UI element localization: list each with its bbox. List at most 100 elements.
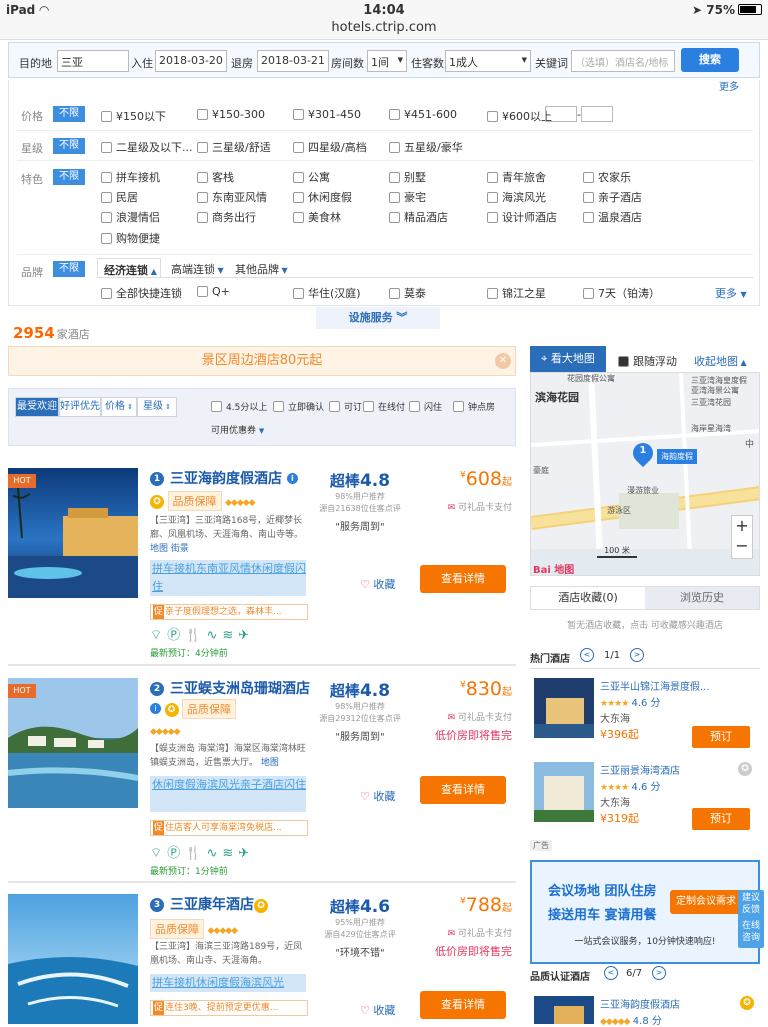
feature-option[interactable]: 海滨风光 <box>487 189 546 205</box>
feature-option[interactable]: 拼车接机 <box>101 169 160 185</box>
feature-option[interactable]: 青年旅舍 <box>487 169 546 185</box>
cert-hotel-photo[interactable] <box>534 996 594 1024</box>
view-big-map-button[interactable]: ⌖ 看大地图 <box>530 346 606 372</box>
feature-option[interactable]: 购物便捷 <box>101 230 160 246</box>
brand-option[interactable]: 锦江之星 <box>487 285 546 301</box>
price-max-input[interactable] <box>581 106 613 122</box>
promo-line[interactable]: 促连住3晚、提前预定更优惠... <box>150 1000 308 1016</box>
filter-check-bookable[interactable]: 可订 <box>329 400 362 413</box>
favorite-button[interactable]: ♡ 收藏 <box>360 1002 395 1018</box>
zoom-out-button[interactable]: − <box>732 536 752 556</box>
tab-favorites[interactable]: 酒店收藏(0) <box>531 587 645 609</box>
feature-option[interactable]: 商务出行 <box>197 209 256 225</box>
feature-option[interactable]: 浪漫情侣 <box>101 209 160 225</box>
favorite-button[interactable]: ♡ 收藏 <box>360 576 395 592</box>
info-icon[interactable]: i <box>286 473 298 484</box>
sort-tab-price[interactable]: 价格 ⇕ <box>101 397 137 417</box>
destination-input[interactable]: 三亚 <box>57 50 129 72</box>
view-details-button[interactable]: 查看详情 <box>420 991 506 1019</box>
price-option[interactable]: ¥150以下 <box>101 108 166 124</box>
search-button[interactable]: 搜索 <box>681 48 739 72</box>
brand-option[interactable]: Q+ <box>197 285 230 298</box>
star-option[interactable]: 三星级/舒适 <box>197 139 271 155</box>
filter-check-hourly[interactable]: 钟点房 <box>453 400 495 413</box>
hotel-photo[interactable] <box>8 894 138 1024</box>
map-link[interactable]: 地图 街景 <box>150 544 189 554</box>
close-icon[interactable]: ✕ <box>495 353 511 369</box>
price-min-input[interactable] <box>545 106 577 122</box>
promo-banner[interactable]: 景区周边酒店80元起 ✕ <box>8 346 516 376</box>
info-icon[interactable]: i <box>150 703 161 714</box>
promo-line[interactable]: 促住店客人可享海棠湾免税店... <box>150 820 308 836</box>
feature-option[interactable]: 别墅 <box>389 169 426 185</box>
meeting-ad-banner[interactable]: 会议场地 团队住房 接送用车 宴请用餐 定制会议需求 一站式会议服务，10分钟快… <box>530 860 760 964</box>
sort-tab-rating[interactable]: 好评优先 <box>59 397 101 417</box>
brand-more-link[interactable]: 更多 ▼ <box>715 285 747 301</box>
brand-unlimited-button[interactable]: 不限 <box>53 261 85 277</box>
keyword-input[interactable]: （选填）酒店名/地标 <box>571 50 675 72</box>
sort-tab-star[interactable]: 星级 ⇕ <box>137 397 177 417</box>
brand-option[interactable]: 华住(汉庭) <box>293 285 361 301</box>
hot-hotel-item[interactable]: 三亚半山锦江海景度假... ★★★★ 4.6 分 大东海 ¥396起 预订 <box>530 678 760 764</box>
coupon-filter[interactable]: 可用优惠券 ▼ <box>211 423 264 436</box>
filter-check-flash[interactable]: 闪住 <box>409 400 442 413</box>
feature-option[interactable]: 美食林 <box>293 209 341 225</box>
view-details-button[interactable]: 查看详情 <box>420 565 506 593</box>
hotel-tags[interactable]: 休闲度假海滨风光亲子酒店闪住 <box>150 776 306 812</box>
feature-option[interactable]: 豪宅 <box>389 189 426 205</box>
feature-option[interactable]: 亲子酒店 <box>583 189 642 205</box>
url-bar[interactable]: hotels.ctrip.com <box>0 20 768 35</box>
feature-option[interactable]: 农家乐 <box>583 169 631 185</box>
hot-hotel-name[interactable]: 三亚丽景海湾酒店 <box>600 762 680 777</box>
feature-option[interactable]: 东南亚风情 <box>197 189 267 205</box>
favorite-button[interactable]: ♡ 收藏 <box>360 788 395 804</box>
hotel-tags[interactable]: 拼车接机东南亚风情休闲度假闪住 <box>150 560 306 596</box>
hot-hotel-name[interactable]: 三亚半山锦江海景度假... <box>600 678 710 693</box>
guests-select[interactable]: 1成人 ▼ <box>445 50 531 72</box>
feature-option[interactable]: 精品酒店 <box>389 209 448 225</box>
hotel-tags[interactable]: 拼车接机休闲度假海滨风光 <box>150 974 306 992</box>
brand-tab-economy[interactable]: 经济连锁 ▲ <box>97 258 161 278</box>
feedback-button[interactable]: 建议反馈 <box>738 890 764 920</box>
brand-option[interactable]: 7天（铂涛） <box>583 285 660 301</box>
facility-toggle-button[interactable]: 设施服务 ︾ <box>316 307 440 329</box>
brand-option[interactable]: 莫泰 <box>389 285 426 301</box>
hot-hotel-photo[interactable] <box>534 762 594 822</box>
star-option[interactable]: 二星级及以下... <box>101 139 193 155</box>
star-option[interactable]: 五星级/豪华 <box>389 139 463 155</box>
star-option[interactable]: 四星级/高档 <box>293 139 367 155</box>
feature-option[interactable]: 客栈 <box>197 169 234 185</box>
filter-check-instant[interactable]: 立即确认 <box>273 400 324 413</box>
map-view[interactable]: 花园度假公寓 滨海花园 三亚湾海皇度假 亚湾海景公寓 三亚湾花园 海岸星海湾 中… <box>530 372 760 576</box>
book-button[interactable]: 预订 <box>692 726 750 748</box>
brand-option[interactable]: 全部快捷连锁 <box>101 285 182 301</box>
brand-tab-luxury[interactable]: 高端连锁 ▼ <box>171 261 224 277</box>
collapse-map-link[interactable]: 收起地图 ▲ <box>694 353 747 369</box>
more-top-link[interactable]: 更多 <box>719 78 739 93</box>
hotel-name-link[interactable]: 2 三亚蜈支洲岛珊瑚酒店 <box>150 678 310 698</box>
hot-hotel-photo[interactable] <box>534 678 594 738</box>
view-details-button[interactable]: 查看详情 <box>420 776 506 804</box>
filter-check-online-pay[interactable]: 在线付 <box>363 400 405 413</box>
price-option[interactable]: ¥451-600 <box>389 108 457 121</box>
price-option[interactable]: ¥150-300 <box>197 108 265 121</box>
next-page-button[interactable]: > <box>652 966 666 980</box>
tab-history[interactable]: 浏览历史 <box>645 587 759 609</box>
map-link[interactable]: 地图 <box>261 758 279 768</box>
feature-option[interactable]: 温泉酒店 <box>583 209 642 225</box>
star-unlimited-button[interactable]: 不限 <box>53 138 85 154</box>
hotel-name-link[interactable]: 1 三亚海韵度假酒店 i <box>150 468 298 488</box>
feature-option[interactable]: 公寓 <box>293 169 330 185</box>
book-button[interactable]: 预订 <box>692 808 750 830</box>
custom-meeting-button[interactable]: 定制会议需求 <box>670 890 742 914</box>
feature-unlimited-button[interactable]: 不限 <box>53 169 85 185</box>
checkin-input[interactable]: 2018-03-20 <box>155 50 227 72</box>
feature-option[interactable]: 休闲度假 <box>293 189 352 205</box>
hot-hotel-item[interactable]: 三亚丽景海湾酒店 ✪ ★★★★ 4.6 分 大东海 ¥319起 预订 <box>530 762 760 848</box>
feature-option[interactable]: 民居 <box>101 189 138 205</box>
online-consult-button[interactable]: 在线咨询 <box>738 918 764 948</box>
price-option[interactable]: ¥301-450 <box>293 108 361 121</box>
filter-check-rating[interactable]: 4.5分以上 <box>211 400 267 413</box>
brand-tab-other[interactable]: 其他品牌 ▼ <box>235 261 288 277</box>
price-unlimited-button[interactable]: 不限 <box>53 106 85 122</box>
